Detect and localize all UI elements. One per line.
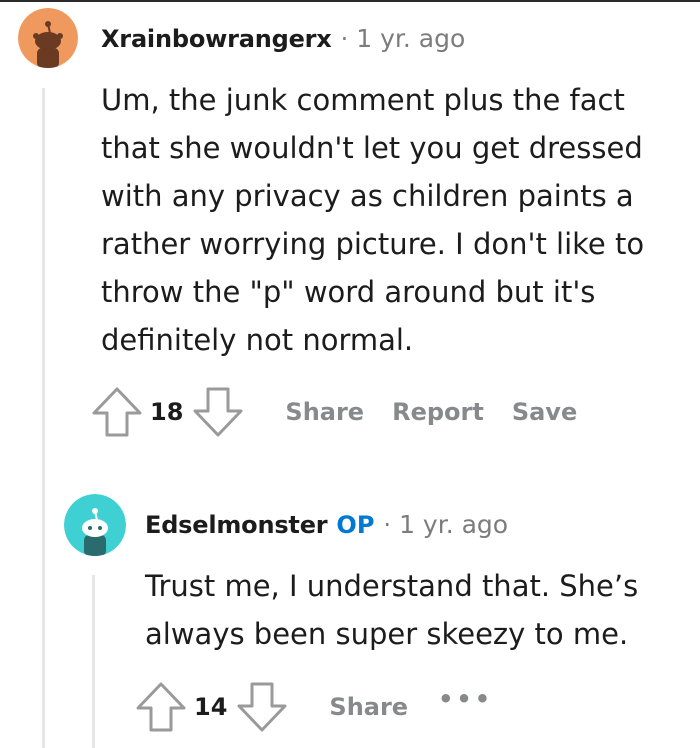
separator-dot: · (340, 25, 349, 53)
top-divider (0, 0, 700, 2)
comment-line: definitely not normal. (101, 323, 414, 357)
upvote-arrow-icon[interactable] (90, 385, 144, 439)
share-button[interactable]: Share (329, 693, 408, 721)
comment-header: Edselmonster OP · 1 yr. ago (145, 510, 508, 539)
vote-score: 18 (150, 398, 184, 426)
timestamp[interactable]: 1 yr. ago (356, 24, 465, 53)
op-badge: OP (336, 511, 375, 539)
thread-collapse-line[interactable] (42, 88, 45, 748)
report-button[interactable]: Report (392, 398, 484, 426)
comment-actions: 18 Share Report Save (90, 382, 577, 442)
comment-body: Trust me, I understand that. She’s alway… (145, 562, 638, 658)
comment-body: Um, the junk comment plus the fact that … (101, 76, 644, 364)
comment-line: Trust me, I understand that. She’s (145, 569, 639, 603)
user-avatar-icon[interactable] (18, 8, 78, 68)
username-link[interactable]: Xrainbowrangerx (101, 25, 332, 53)
timestamp[interactable]: 1 yr. ago (399, 510, 508, 539)
username-link[interactable]: Edselmonster (145, 511, 328, 539)
downvote-arrow-icon[interactable] (191, 385, 245, 439)
more-options-icon[interactable]: ••• (438, 685, 493, 713)
comment-line: throw the "p" word around but it's (101, 275, 596, 309)
comment-header: Xrainbowrangerx · 1 yr. ago (101, 24, 465, 53)
comment-line: Um, the junk comment plus the fact (101, 83, 625, 117)
user-avatar-icon[interactable] (64, 494, 126, 556)
comment-line: rather worrying picture. I don't like to (101, 227, 645, 261)
comment-actions: 14 Share ••• (134, 677, 493, 737)
separator-dot: · (383, 511, 392, 539)
comment-line: that she wouldn't let you get dressed (101, 131, 643, 165)
comment-line: always been super skeezy to me. (145, 617, 629, 651)
upvote-arrow-icon[interactable] (134, 680, 188, 734)
vote-score: 14 (194, 693, 228, 721)
thread-collapse-line[interactable] (92, 575, 95, 748)
save-button[interactable]: Save (512, 398, 577, 426)
downvote-arrow-icon[interactable] (235, 680, 289, 734)
share-button[interactable]: Share (285, 398, 364, 426)
comment-line: with any privacy as children paints a (101, 179, 634, 213)
